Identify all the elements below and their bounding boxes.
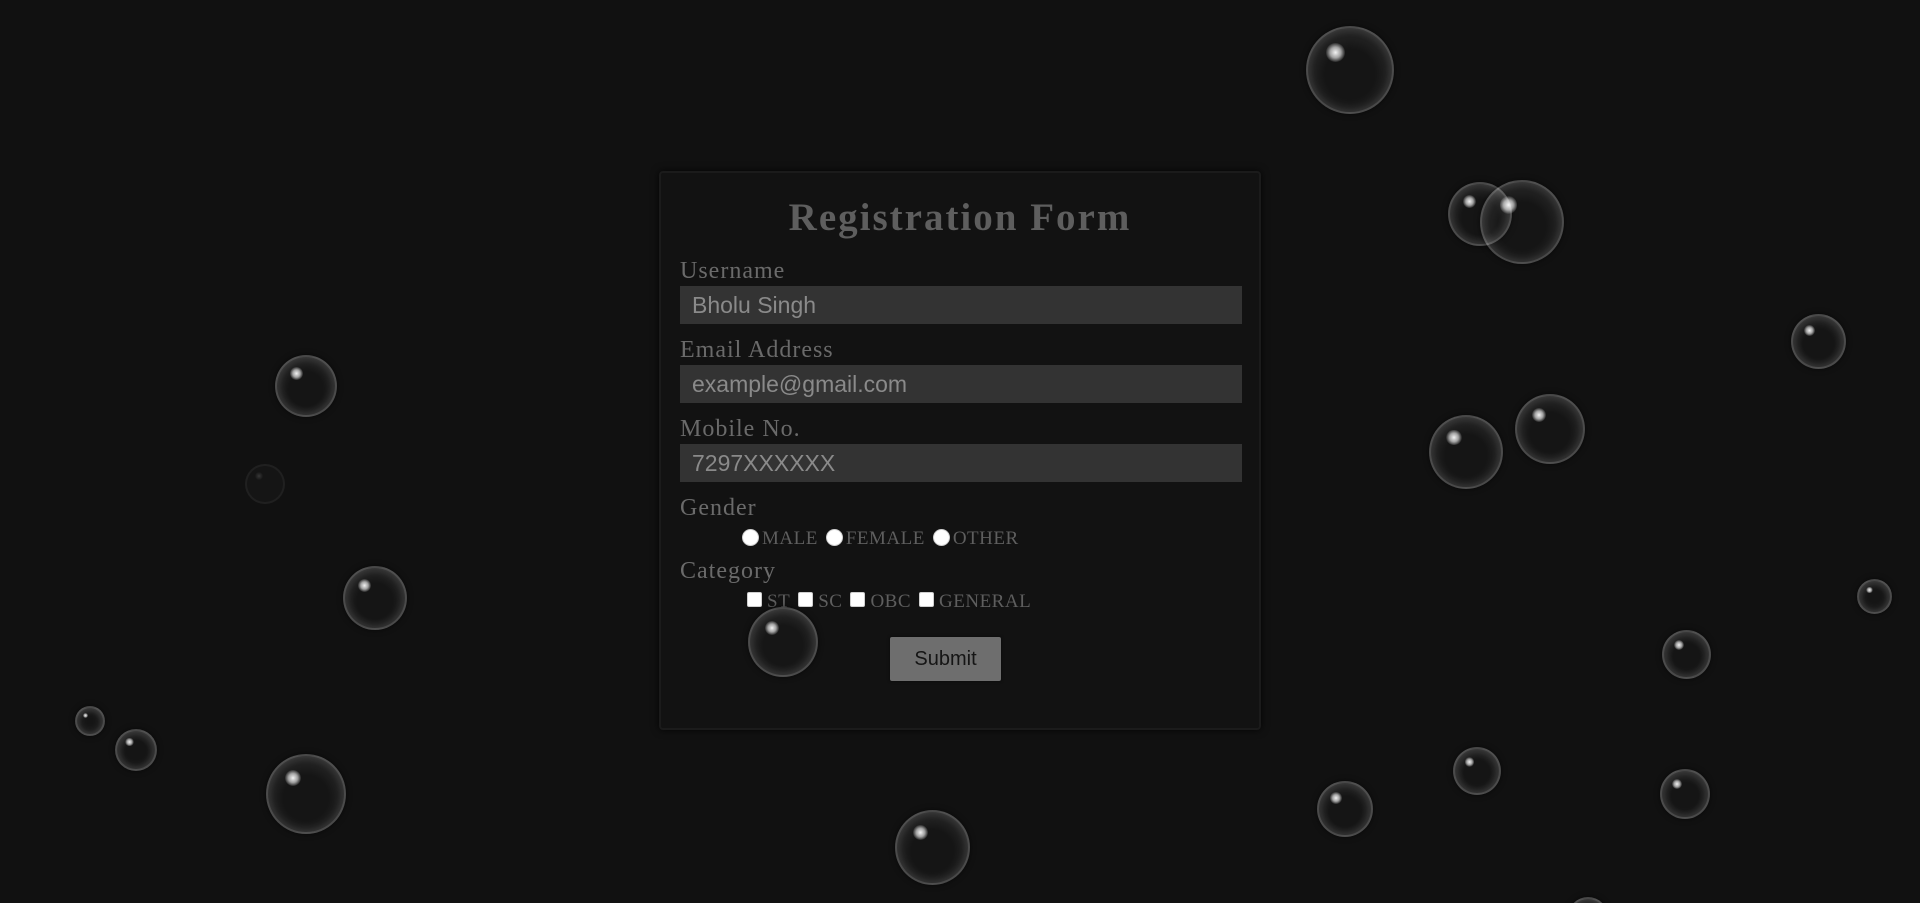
- gender-option-male[interactable]: MALE: [742, 526, 818, 552]
- form-title: Registration Form: [788, 196, 1132, 239]
- bubble-icon: [245, 464, 285, 504]
- male-radio[interactable]: [742, 528, 759, 546]
- general-checkbox-label: GENERAL: [939, 591, 1032, 612]
- female-radio-label: FEMALE: [845, 528, 925, 549]
- other-radio-label: OTHER: [952, 528, 1019, 549]
- bubble-icon: [343, 566, 407, 630]
- gender-options: MALE FEMALE OTHER: [742, 526, 1240, 552]
- st-checkbox[interactable]: [747, 591, 762, 607]
- gender-label: Gender: [680, 495, 757, 521]
- bubble-icon: [895, 810, 970, 885]
- submit-button[interactable]: Submit: [890, 637, 1001, 681]
- bubble-icon: [1568, 897, 1608, 903]
- bubble-icon: [1857, 579, 1892, 614]
- bubble-icon: [748, 607, 818, 677]
- gender-option-other[interactable]: OTHER: [932, 526, 1019, 552]
- category-label: Category: [680, 558, 776, 584]
- bubble-icon: [1453, 747, 1501, 795]
- bubble-icon: [1515, 394, 1585, 464]
- bubble-icon: [1660, 769, 1710, 819]
- gender-option-female[interactable]: FEMALE: [825, 526, 925, 552]
- male-radio-label: MALE: [762, 528, 818, 549]
- other-radio[interactable]: [932, 528, 950, 546]
- bubble-icon: [1662, 630, 1711, 679]
- obc-checkbox[interactable]: [850, 591, 866, 607]
- sc-checkbox-label: SC: [818, 591, 843, 612]
- obc-checkbox-label: OBC: [870, 591, 912, 612]
- female-radio[interactable]: [825, 528, 843, 546]
- mobile-input[interactable]: [680, 444, 1242, 482]
- category-option-general[interactable]: GENERAL: [919, 589, 1031, 615]
- category-option-sc[interactable]: SC: [798, 589, 842, 615]
- bubble-icon: [275, 355, 337, 417]
- bubble-icon: [1306, 26, 1394, 114]
- bubble-icon: [75, 706, 105, 736]
- page-background: Registration Form Username Email Address…: [0, 0, 1920, 903]
- username-input[interactable]: [680, 286, 1242, 324]
- category-options: ST SC OBC GENERAL: [747, 589, 1240, 615]
- sc-checkbox[interactable]: [798, 591, 814, 607]
- bubble-icon: [115, 729, 157, 771]
- bubble-icon: [1429, 415, 1503, 489]
- general-checkbox[interactable]: [919, 591, 935, 607]
- bubble-icon: [1791, 314, 1846, 369]
- email-label: Email Address: [680, 337, 834, 363]
- category-option-obc[interactable]: OBC: [850, 589, 911, 615]
- username-label: Username: [680, 258, 786, 284]
- email-input[interactable]: [680, 365, 1242, 403]
- bubble-icon: [1317, 781, 1373, 837]
- bubble-icon: [1480, 180, 1564, 264]
- bubble-icon: [266, 754, 346, 834]
- mobile-label: Mobile No.: [680, 416, 801, 442]
